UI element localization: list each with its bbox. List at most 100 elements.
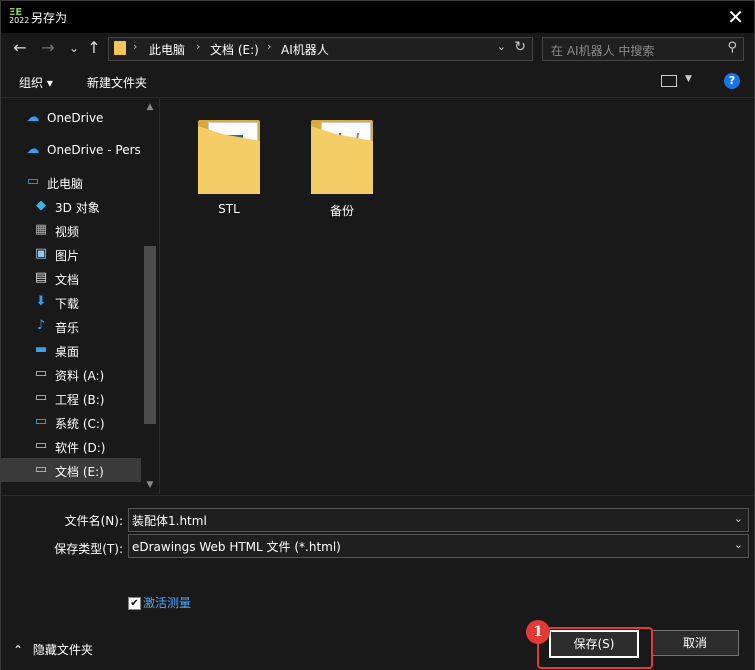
sidebar-item-this-pc[interactable]: ▭ 此电脑 — [1, 170, 141, 194]
search-box[interactable]: 在 AI机器人 中搜索 ⚲ — [542, 37, 744, 61]
sidebar-item-label: 此电脑 — [47, 177, 84, 191]
filetype-label: 保存类型(T): — [54, 542, 123, 556]
view-dropdown-icon[interactable]: ▼ — [685, 74, 692, 84]
navigation-bar: ← → ⌄ ↑ › 此电脑 › 文档 (E:) › AI机器人 ⌄ ↻ 在 AI… — [1, 33, 754, 65]
sidebar-item-label: 下载 — [55, 297, 80, 311]
sidebar-item-label: 3D 对象 — [55, 201, 100, 215]
sidebar-item-music[interactable]: ♪ 音乐 — [1, 314, 141, 338]
filetype-select[interactable]: eDrawings Web HTML 文件 (*.html) ⌄ — [128, 534, 749, 558]
drive-icon: ▭ — [34, 414, 48, 429]
save-as-dialog: ΞE 2022 另存为 ✕ ← → ⌄ ↑ › 此电脑 › 文档 (E:) › … — [0, 0, 755, 670]
chevron-down-icon[interactable]: ⌄ — [734, 538, 743, 551]
cube-icon: ◆ — [36, 198, 46, 213]
sidebar-item-drive-c[interactable]: ▭ 系统 (C:) — [1, 410, 141, 434]
folder-item-stl[interactable]: STL — [194, 116, 274, 226]
highlight-box — [537, 627, 653, 669]
sidebar-item-downloads[interactable]: ⬇ 下载 — [1, 290, 141, 314]
sidebar-item-pictures[interactable]: ▣ 图片 — [1, 242, 141, 266]
chevron-right-icon: › — [196, 40, 201, 53]
sidebar-item-onedrive-personal[interactable]: ☁ OneDrive - Perso — [1, 138, 142, 162]
sidebar-item-drive-b[interactable]: ▭ 工程 (B:) — [1, 386, 141, 410]
toolbar: 组织 ▾ 新建文件夹 ▼ ? — [1, 65, 754, 98]
cancel-button[interactable]: 取消 — [651, 630, 739, 656]
sidebar-scrollbar[interactable]: ▲ ▼ — [142, 98, 158, 494]
search-icon[interactable]: ⚲ — [727, 40, 737, 55]
close-button[interactable]: ✕ — [727, 5, 744, 29]
sidebar-item-drive-d[interactable]: ▭ 软件 (D:) — [1, 434, 141, 458]
sidebar-item-label: 资料 (A:) — [55, 369, 105, 383]
video-icon: ▦ — [34, 222, 48, 237]
breadcrumb-documents-drive[interactable]: 文档 (E:) — [210, 41, 259, 58]
sidebar-item-label: OneDrive — [47, 111, 104, 125]
picture-icon: ▣ — [34, 246, 48, 261]
scroll-down-icon[interactable]: ▼ — [144, 480, 156, 490]
sidebar-item-label: 图片 — [55, 249, 80, 263]
refresh-icon[interactable]: ↻ — [514, 39, 526, 55]
help-icon[interactable]: ? — [724, 73, 740, 89]
activate-measure-checkbox[interactable]: ✔ — [128, 597, 141, 610]
forward-button[interactable]: → — [39, 39, 57, 57]
navigation-pane: ☁ OneDrive ☁ OneDrive - Perso ▭ 此电脑 ◆ 3D… — [1, 98, 160, 494]
filename-label: 文件名(N): — [64, 514, 123, 528]
back-button[interactable]: ← — [11, 39, 29, 57]
window-title: 另存为 — [31, 11, 68, 25]
download-icon: ⬇ — [35, 294, 47, 309]
breadcrumb-ai-robot[interactable]: AI机器人 — [281, 41, 329, 58]
recent-locations-button[interactable]: ⌄ — [65, 39, 83, 57]
title-bar: ΞE 2022 另存为 ✕ — [1, 1, 754, 33]
chevron-down-icon[interactable]: ⌄ — [497, 40, 506, 53]
chevron-down-icon[interactable]: ⌄ — [734, 512, 743, 525]
hide-folders-label: 隐藏文件夹 — [32, 643, 93, 657]
cloud-icon: ☁ — [26, 110, 40, 125]
filename-value: 装配体1.html — [132, 514, 207, 528]
music-icon: ♪ — [36, 318, 46, 333]
save-options-panel: 文件名(N): 装配体1.html ⌄ 保存类型(T): eDrawings W… — [1, 495, 754, 670]
document-icon: ▤ — [34, 270, 48, 285]
new-folder-button[interactable]: 新建文件夹 — [87, 74, 147, 91]
file-name: 备份 — [329, 204, 354, 218]
search-placeholder: 在 AI机器人 中搜索 — [551, 44, 655, 58]
sidebar-item-desktop[interactable]: ▬ 桌面 — [1, 338, 141, 362]
sidebar-item-label: 文档 — [55, 273, 80, 287]
sidebar-item-documents[interactable]: ▤ 文档 — [1, 266, 141, 290]
file-list: STL 备份 — [160, 98, 754, 494]
chevron-right-icon: › — [133, 40, 138, 53]
app-logo-icon: ΞE 2022 — [9, 7, 30, 25]
sidebar-item-drive-e[interactable]: ▭ 文档 (E:) — [1, 458, 141, 482]
scroll-up-icon[interactable]: ▲ — [144, 102, 156, 112]
sidebar-item-label: 视频 — [55, 225, 80, 239]
folder-item-backup[interactable]: 备份 — [307, 116, 387, 226]
computer-icon: ▭ — [26, 174, 40, 189]
filetype-value: eDrawings Web HTML 文件 (*.html) — [132, 540, 341, 554]
view-options-icon[interactable] — [661, 75, 677, 87]
cloud-icon: ☁ — [26, 142, 40, 157]
scrollbar-thumb[interactable] — [144, 246, 156, 424]
sidebar-item-label: 工程 (B:) — [55, 393, 105, 407]
sidebar-item-label: OneDrive - Perso — [47, 143, 141, 157]
hide-folders-toggle[interactable]: ⌃ 隐藏文件夹 — [13, 641, 93, 658]
desktop-icon: ▬ — [34, 342, 48, 357]
sidebar-item-3d-objects[interactable]: ◆ 3D 对象 — [1, 194, 141, 218]
sidebar-item-onedrive[interactable]: ☁ OneDrive — [1, 106, 141, 130]
chevron-right-icon: › — [267, 40, 272, 53]
sidebar-item-label: 文档 (E:) — [55, 465, 104, 479]
filename-field[interactable]: 装配体1.html ⌄ — [128, 508, 749, 532]
drive-icon: ▭ — [34, 438, 48, 453]
sidebar-item-label: 音乐 — [55, 321, 80, 335]
sidebar-item-drive-a[interactable]: ▭ 资料 (A:) — [1, 362, 141, 386]
breadcrumb-this-pc[interactable]: 此电脑 — [149, 41, 185, 58]
organize-button[interactable]: 组织 ▾ — [19, 74, 53, 91]
drive-icon: ▭ — [34, 390, 48, 405]
folder-icon — [114, 41, 126, 55]
sidebar-item-label: 桌面 — [55, 345, 80, 359]
step-badge: 1 — [526, 620, 550, 644]
drive-icon: ▭ — [34, 462, 48, 477]
sidebar-item-label: 软件 (D:) — [55, 441, 106, 455]
activate-measure-label[interactable]: 激活测量 — [143, 594, 191, 611]
chevron-up-icon: ⌃ — [13, 643, 24, 657]
address-bar[interactable]: › 此电脑 › 文档 (E:) › AI机器人 ⌄ ↻ — [108, 37, 533, 61]
sidebar-item-label: 系统 (C:) — [55, 417, 105, 431]
up-button[interactable]: ↑ — [85, 39, 103, 57]
sidebar-item-videos[interactable]: ▦ 视频 — [1, 218, 141, 242]
file-name: STL — [218, 202, 240, 216]
